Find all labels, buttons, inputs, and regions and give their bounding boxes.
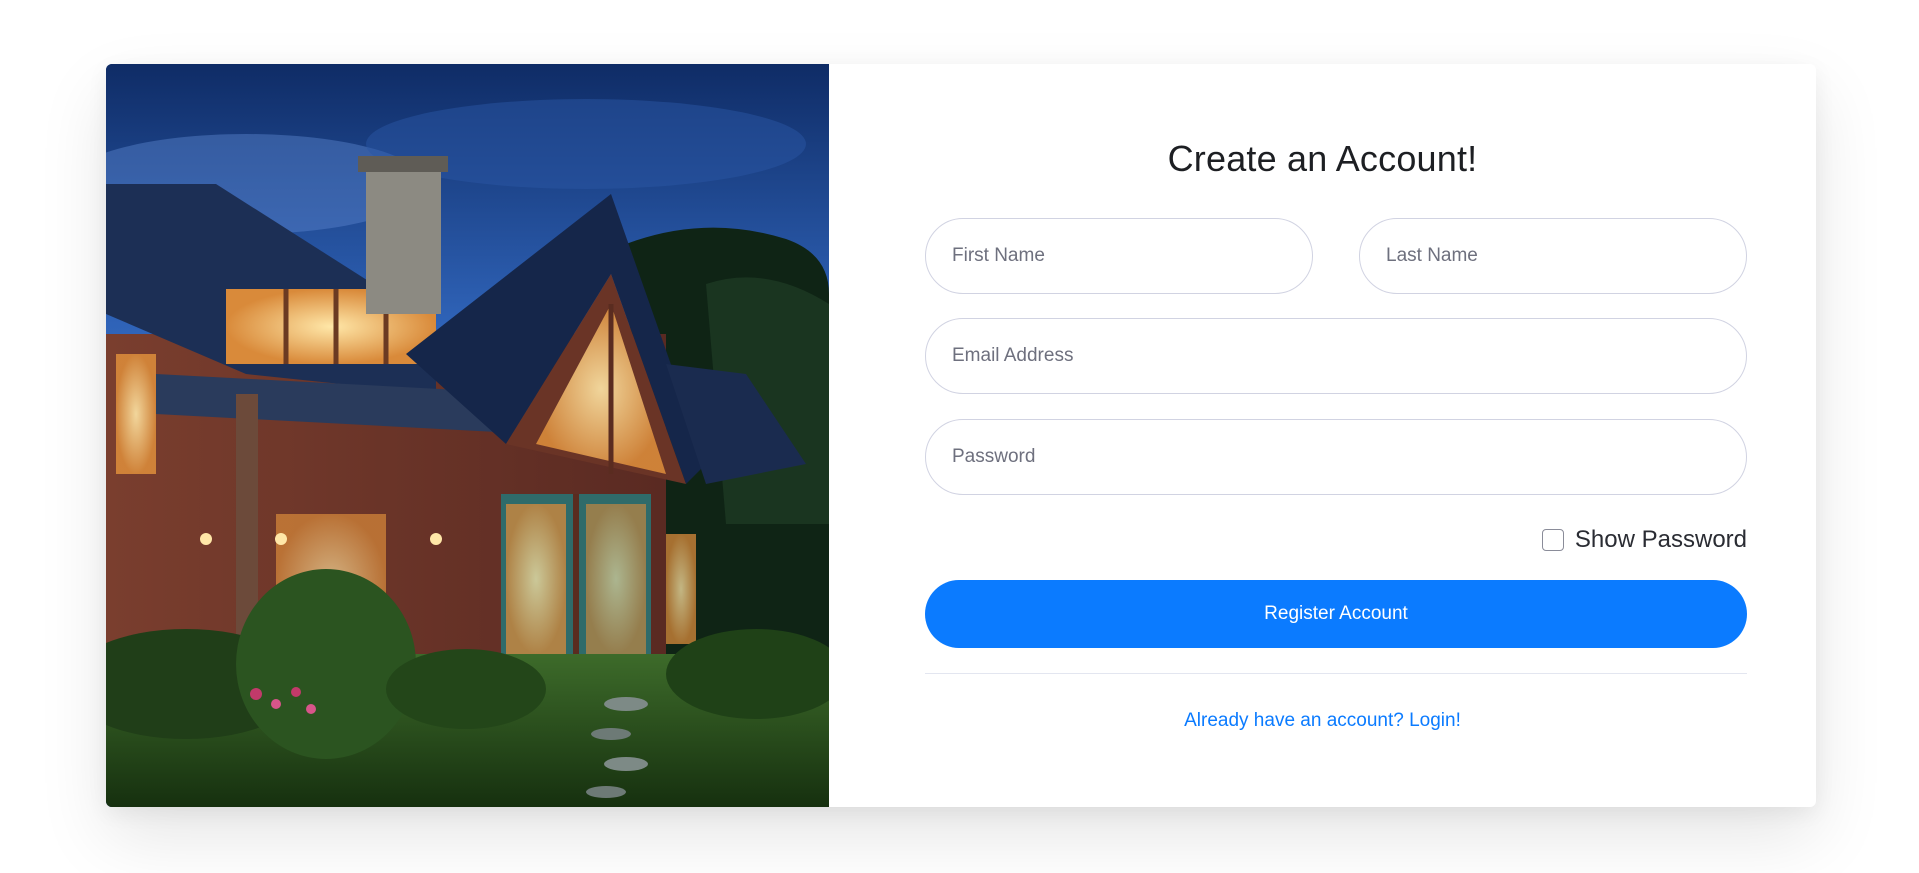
house-illustration [106, 64, 829, 807]
last-name-input[interactable] [1359, 218, 1747, 294]
page-title: Create an Account! [1167, 138, 1478, 179]
first-name-input[interactable] [925, 218, 1313, 294]
house-photo [106, 64, 829, 807]
email-input[interactable] [925, 318, 1747, 394]
register-account-button[interactable]: Register Account [925, 580, 1747, 648]
show-password-checkbox[interactable] [1541, 529, 1564, 551]
register-card: Create an Account! Show Password Registe… [106, 64, 1816, 807]
login-link[interactable]: Already have an account? Login! [829, 710, 1816, 732]
password-input[interactable] [925, 419, 1747, 495]
register-form: Create an Account! Show Password Registe… [829, 64, 1816, 807]
show-password-toggle[interactable]: Show Password [1541, 524, 1747, 556]
show-password-label: Show Password [1574, 526, 1747, 553]
divider [925, 673, 1747, 674]
